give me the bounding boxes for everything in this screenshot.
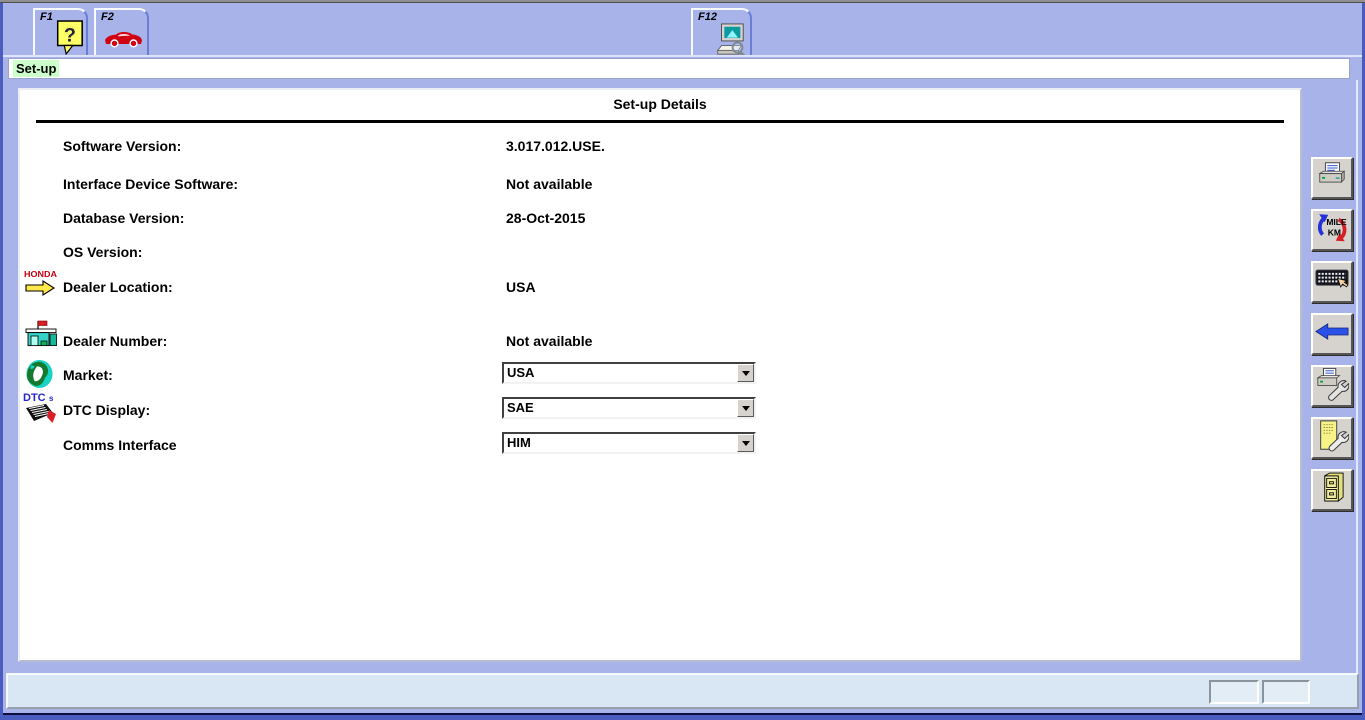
dealer-building-icon [25,320,58,355]
comms-interface-dropdown-value: HIM [507,434,531,452]
f12-key-label: F12 [698,11,750,23]
tab-f1-help[interactable]: F1 ? [33,8,88,55]
back-arrow-icon [1315,322,1349,346]
dealer-location-label: Dealer Location: [63,279,173,295]
print-setup-button[interactable] [1311,365,1353,407]
dtc-display-dropdown-button[interactable] [737,399,754,417]
back-button[interactable] [1311,313,1353,355]
application-window: F1 ? F2 F12 [0,0,1365,720]
chevron-down-icon [742,406,750,411]
status-bar [6,673,1359,709]
software-version-label: Software Version: [63,138,181,154]
svg-text:HONDA: HONDA [24,270,57,279]
svg-text:DTC: DTC [23,392,46,404]
print-icon [1316,161,1348,195]
status-box-2 [1262,680,1310,704]
os-version-label: OS Version: [63,244,142,260]
market-dropdown[interactable]: USA [502,362,756,384]
svg-text:s: s [49,394,54,403]
notes-setup-icon [1315,419,1349,458]
breadcrumb: Set-up [8,58,1350,79]
window-border-left [0,3,3,720]
comms-interface-dropdown-button[interactable] [737,434,754,452]
tab-f2-vehicle[interactable]: F2 [94,8,149,55]
comms-interface-dropdown[interactable]: HIM [502,432,756,454]
chevron-down-icon [742,441,750,446]
notes-setup-button[interactable] [1311,417,1353,459]
chevron-down-icon [742,371,750,376]
f2-key-label: F2 [101,11,147,23]
mile-km-toggle-button[interactable]: MILE KM [1311,209,1353,251]
interface-device-software-label: Interface Device Software: [63,176,238,192]
window-border-bottom [0,715,1365,720]
dtc-display-label: DTC Display: [63,402,150,418]
svg-text:?: ? [64,25,76,47]
breadcrumb-label: Set-up [13,60,59,77]
svg-text:KM: KM [1328,227,1341,237]
data-archive-button[interactable] [1311,469,1353,511]
software-version-value: 3.017.012.USE. [506,138,605,154]
dealer-number-label: Dealer Number: [63,333,167,349]
data-archive-icon [1318,472,1346,509]
window-border-top [0,0,1365,3]
on-screen-keyboard-icon [1315,266,1349,298]
database-version-label: Database Version: [63,210,184,226]
mile-km-toggle-icon: MILE KM [1315,211,1349,250]
interface-device-software-value: Not available [506,176,592,192]
dtc-display-dropdown-value: SAE [507,399,534,417]
honda-location-icon: HONDA [23,269,60,302]
market-dropdown-value: USA [507,364,534,382]
dtc-icon: DTC s [23,391,59,429]
dealer-location-value: USA [506,279,536,295]
comms-interface-label: Comms Interface [63,437,177,453]
dtc-display-dropdown[interactable]: SAE [502,397,756,419]
tab-f12-system-test[interactable]: F12 [691,8,752,55]
market-label: Market: [63,367,113,383]
status-box-1 [1209,680,1259,704]
vehicle-icon [103,29,144,53]
page-title: Set-up Details [20,96,1300,112]
window-border-bottom-line [3,713,1362,715]
setup-details-panel: Set-up Details Software Version: 3.017.0… [18,88,1302,662]
market-dropdown-button[interactable] [737,364,754,382]
dealer-number-value: Not available [506,333,592,349]
database-version-value: 28-Oct-2015 [506,210,585,226]
on-screen-keyboard-button[interactable] [1311,261,1353,303]
print-setup-icon [1315,367,1349,406]
print-button[interactable] [1311,157,1353,199]
title-rule [36,120,1284,123]
svg-text:MILE: MILE [1326,217,1347,227]
help-icon: ? [53,20,85,60]
toolbar-divider [3,55,1362,57]
globe-icon [25,359,54,394]
right-panel-divider [1356,80,1358,708]
